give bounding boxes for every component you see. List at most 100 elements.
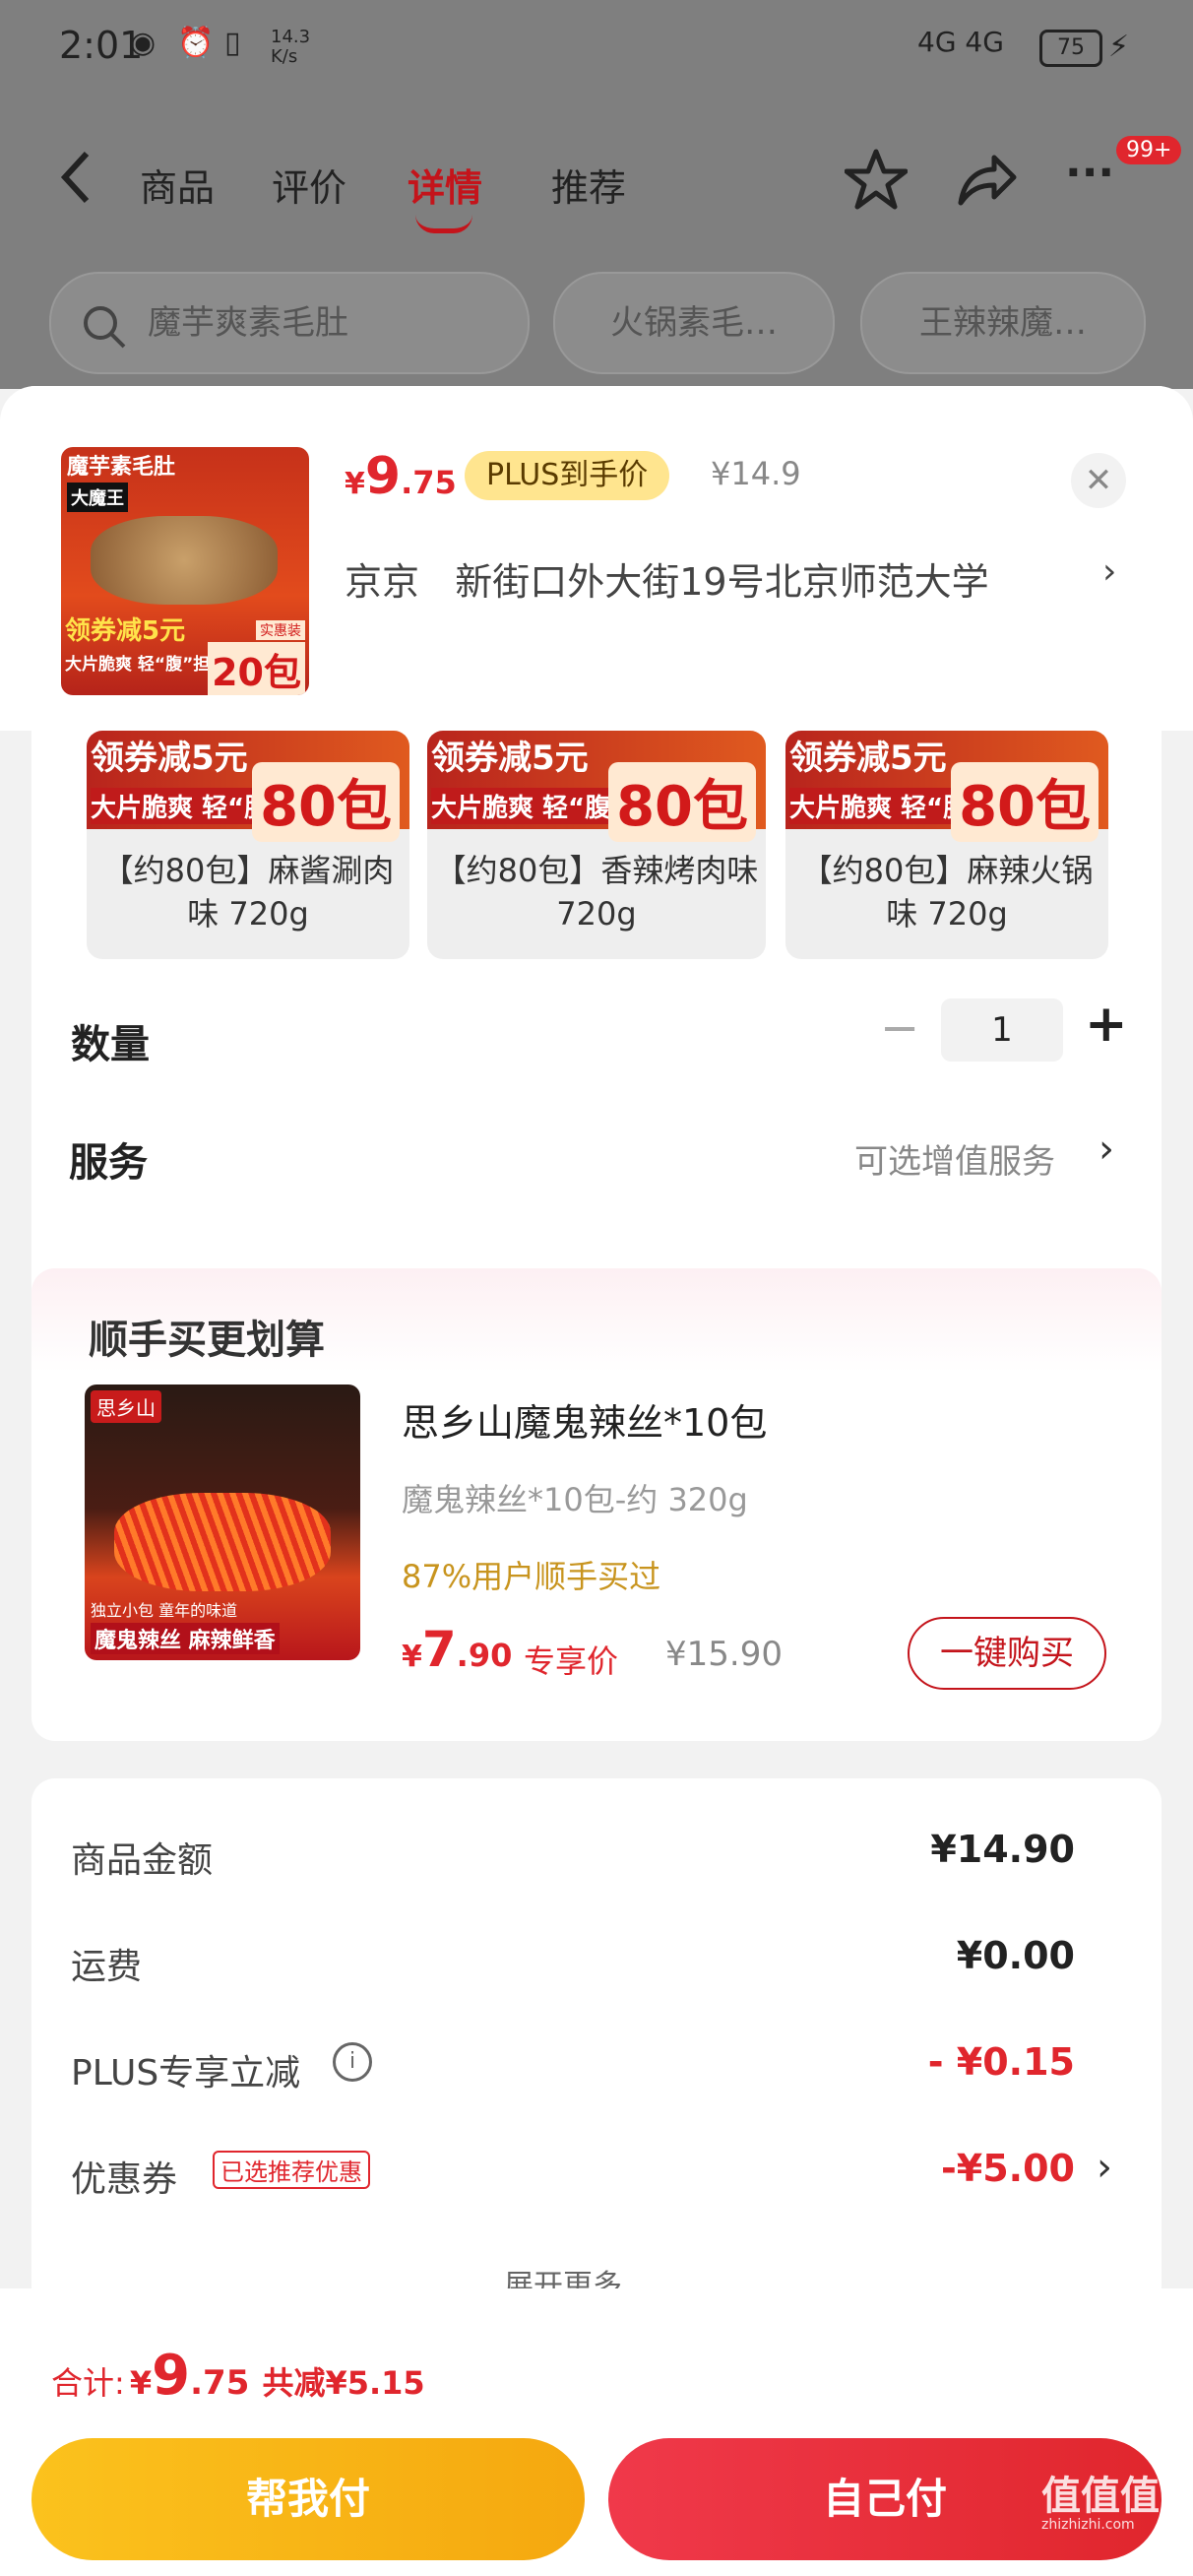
total-price: 合计: ¥9.75 共减¥5.15: [51, 2344, 425, 2408]
variant-option-3[interactable]: 领券减5元 大片脆爽 轻“腹”担 80包 【约80包】麻辣火锅味 720g: [785, 731, 1108, 959]
original-price: ¥14.9: [711, 455, 801, 492]
quantity-input[interactable]: 1: [941, 998, 1063, 1062]
summary-value-plus: - ¥0.15: [927, 2040, 1075, 2084]
total-label: 合计:: [51, 2364, 125, 2402]
plus-price-tag: PLUS到手价: [465, 451, 670, 500]
help-pay-button[interactable]: 帮我付: [31, 2438, 585, 2560]
variant-coupon: 领券减5元: [789, 739, 947, 778]
price-summary-card: 商品金额 ¥14.90 运费 ¥0.00 PLUS专享立减 i - ¥0.15 …: [31, 1778, 1162, 2310]
search-query: 魔芋爽素毛肚: [148, 303, 348, 343]
service-value[interactable]: 可选增值服务: [854, 1134, 1055, 1183]
total-dec: .75: [190, 2363, 250, 2403]
addon-price-int: 7: [421, 1621, 457, 1678]
addon-title: 顺手买更划算: [89, 1318, 325, 1363]
status-bar: 2:01 ◉ ⏰ ▯ 14.3 K/s 4G 4G 75 ⚡: [0, 0, 1193, 108]
variant-count: 80包: [951, 762, 1099, 842]
variant-count: 80包: [252, 762, 400, 842]
more-button[interactable]: ···: [1065, 148, 1114, 198]
variant-count: 80包: [608, 762, 756, 842]
variant-name: 【约80包】麻酱涮肉味 720g: [101, 852, 395, 933]
price-dec: .75: [401, 464, 457, 501]
favorite-button[interactable]: [844, 148, 909, 215]
service-label: 服务: [69, 1140, 148, 1186]
addon-thumbnail: 思乡山 独立小包 童年的味道 魔鬼辣丝 麻辣鲜香: [85, 1385, 360, 1660]
vibrate-icon: ▯: [224, 26, 241, 60]
summary-label-coupon: 优惠券: [71, 2159, 178, 2200]
share-icon: [958, 155, 1017, 206]
summary-value-goods: ¥14.90: [930, 1828, 1075, 1871]
thumb-slogan: 大片脆爽 轻“腹”担: [65, 655, 211, 675]
eye-icon: ◉: [130, 26, 157, 60]
thumb-count: 20包: [208, 642, 305, 695]
total-int: 9: [152, 2344, 191, 2408]
tab-reviews[interactable]: 评价: [272, 158, 346, 212]
addon-price-symbol: ¥: [402, 1640, 422, 1674]
suggestion-chip-2[interactable]: 王辣辣魔…: [860, 272, 1146, 374]
summary-value-shipping: ¥0.00: [956, 1934, 1075, 1977]
addon-name[interactable]: 思乡山魔鬼辣丝*10包: [402, 1392, 767, 1447]
star-icon: [844, 149, 909, 210]
summary-value-coupon[interactable]: -¥5.00: [780, 2147, 1075, 2190]
variant-name: 【约80包】香辣烤肉味 720g: [434, 852, 759, 933]
tab-details[interactable]: 详情: [408, 158, 482, 212]
close-button[interactable]: ✕: [1071, 453, 1126, 508]
signal-icons: 4G 4G: [917, 26, 1004, 58]
sku-price: ¥9.75: [345, 447, 457, 506]
watermark-url: zhizhizhi.com: [1041, 2517, 1135, 2533]
variant-coupon: 领券减5元: [431, 739, 589, 778]
addon-social-proof: 87%用户顺手买过: [402, 1558, 661, 1595]
thumb-brand: 大魔王: [67, 483, 128, 512]
variant-option-1[interactable]: 领券减5元 大片脆爽 轻“腹”担 80包 【约80包】麻酱涮肉味 720g: [87, 731, 409, 959]
variant-option-2[interactable]: 领券减5元 大片脆爽 轻“腹”担 80包 【约80包】香辣烤肉味 720g: [427, 731, 766, 959]
variant-banner: 领券减5元 大片脆爽 轻“腹”担 80包: [87, 731, 409, 842]
search-input[interactable]: 魔芋爽素毛肚: [49, 272, 530, 374]
checkout-footer: 合计: ¥9.75 共减¥5.15 帮我付 自己付 值值值 zhizhizhi.…: [0, 2288, 1193, 2576]
active-tab-indicator: [415, 215, 472, 233]
top-nav: 商品 评价 详情 推荐 ··· 99+: [0, 108, 1193, 256]
addon-price-dec: .90: [456, 1637, 513, 1674]
thumb-title: 魔芋素毛肚: [67, 455, 176, 480]
suggestion-chip-1[interactable]: 火锅素毛…: [553, 272, 835, 374]
product-photo: [91, 516, 278, 605]
tab-goods[interactable]: 商品: [140, 158, 215, 212]
addon-original-price: ¥15.90: [665, 1635, 783, 1674]
variant-coupon: 领券减5元: [91, 739, 248, 778]
back-button[interactable]: [57, 148, 106, 207]
thumb-count-label: 实惠装: [256, 620, 305, 640]
variant-banner: 领券减5元 大片脆爽 轻“腹”担 80包: [785, 731, 1108, 842]
charging-icon: ⚡: [1108, 30, 1130, 64]
addon-card: 顺手买更划算 思乡山 独立小包 童年的味道 魔鬼辣丝 麻辣鲜香 思乡山魔鬼辣丝*…: [31, 1268, 1162, 1741]
battery-icon: 75: [1039, 30, 1102, 67]
search-icon: [84, 306, 126, 349]
summary-label-shipping: 运费: [71, 1947, 143, 1987]
thumb-coupon: 领券减5元: [65, 616, 186, 646]
summary-label-goods: 商品金额: [71, 1840, 214, 1881]
summary-label-plus: PLUS专享立减: [71, 2053, 301, 2093]
addon-thumb-tag1: 独立小包 童年的味道: [91, 1601, 238, 1620]
tab-recommend[interactable]: 推荐: [551, 158, 626, 212]
addon-photo: [114, 1493, 331, 1591]
chevron-right-icon: ›: [1099, 1127, 1114, 1172]
share-button[interactable]: [955, 148, 1018, 215]
addon-price: ¥7.90: [402, 1621, 512, 1678]
search-row: 魔芋爽素毛肚 火锅素毛… 王辣辣魔…: [0, 256, 1193, 389]
addon-thumb-brand: 思乡山: [91, 1390, 161, 1423]
addon-spec: 魔鬼辣丝*10包-约 320g: [402, 1481, 748, 1518]
price-symbol: ¥: [345, 467, 365, 501]
quantity-minus-button[interactable]: −: [880, 1000, 919, 1056]
info-icon[interactable]: i: [333, 2042, 372, 2082]
total-saved: 共减¥5.15: [262, 2364, 425, 2402]
more-icon: ···: [1065, 148, 1115, 198]
price-int: 9: [364, 447, 402, 506]
product-thumbnail: 魔芋素毛肚 大魔王 领券减5元 大片脆爽 轻“腹”担 实惠装 20包: [61, 447, 309, 695]
delivery-address[interactable]: 京京 新街口外大街19号北京师范大学: [345, 551, 989, 606]
total-symbol: ¥: [129, 2364, 153, 2402]
chevron-right-icon: ›: [1102, 551, 1117, 592]
back-arrow-icon: [60, 151, 90, 204]
quantity-plus-button[interactable]: +: [1085, 995, 1128, 1054]
quick-buy-button[interactable]: 一键购买: [908, 1617, 1106, 1690]
sku-sheet: 魔芋素毛肚 大魔王 领券减5元 大片脆爽 轻“腹”担 实惠装 20包 ¥9.75…: [0, 386, 1193, 2576]
addon-price-label: 专享价: [524, 1642, 619, 1680]
variant-banner: 领券减5元 大片脆爽 轻“腹”担 80包: [427, 731, 766, 842]
addon-thumb-tag2: 魔鬼辣丝 麻辣鲜香: [91, 1623, 280, 1654]
